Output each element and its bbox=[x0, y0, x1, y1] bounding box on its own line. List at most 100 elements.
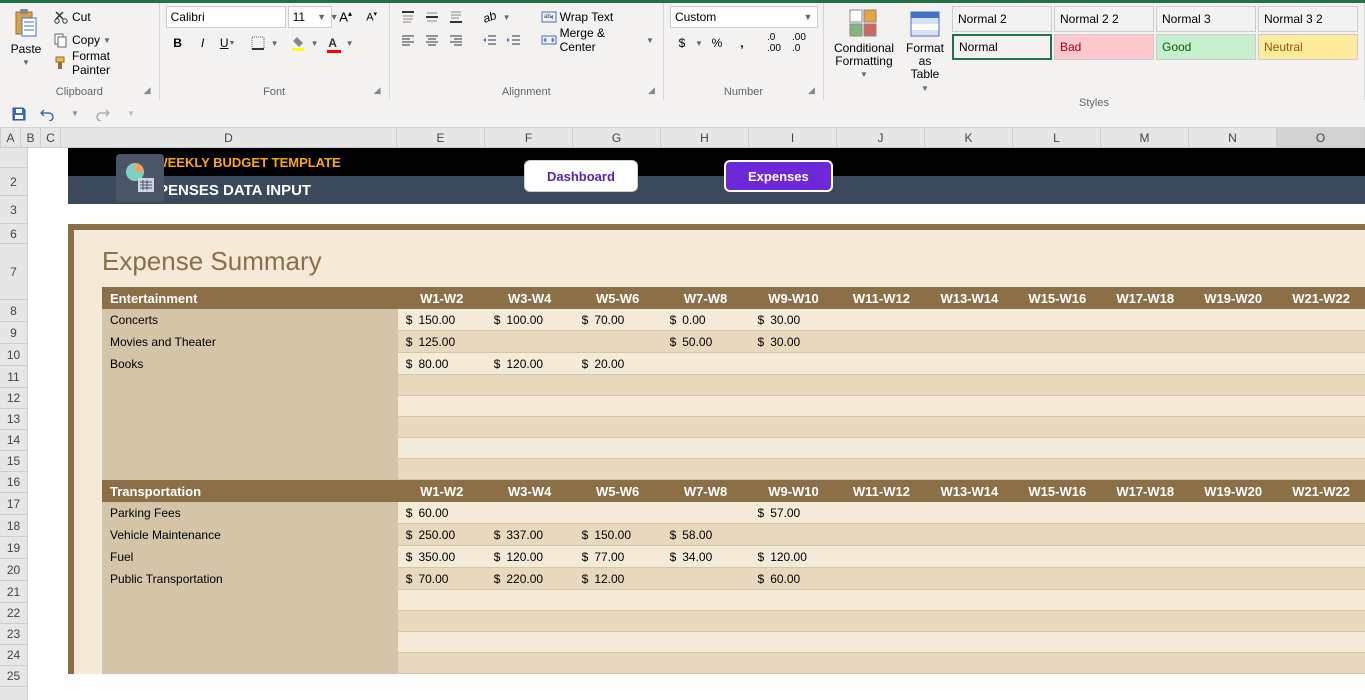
font-size-input[interactable] bbox=[289, 10, 315, 24]
undo-dropdown[interactable]: ▼ bbox=[64, 103, 86, 125]
column-header-N[interactable]: N bbox=[1189, 128, 1277, 147]
column-header-G[interactable]: G bbox=[573, 128, 661, 147]
row-header-10[interactable]: 10 bbox=[0, 344, 27, 366]
row-header-20[interactable]: 20 bbox=[0, 559, 27, 581]
cell-value[interactable]: $337.00 bbox=[486, 528, 574, 542]
table-row[interactable]: Parking Fees$60.00$57.00 bbox=[102, 502, 1365, 524]
font-name-combo[interactable]: ▼ bbox=[166, 6, 286, 28]
cell-value[interactable]: $12.00 bbox=[574, 572, 662, 586]
column-header-L[interactable]: L bbox=[1013, 128, 1101, 147]
row-header-22[interactable]: 22 bbox=[0, 603, 27, 624]
increase-decimal-button[interactable]: .0.00 bbox=[762, 32, 786, 54]
underline-button[interactable]: U▼ bbox=[216, 32, 240, 54]
cell-value[interactable]: $80.00 bbox=[398, 357, 486, 371]
table-row[interactable]: Books$80.00$120.00$20.00 bbox=[102, 353, 1365, 375]
cells-area[interactable]: BI-WEEKLY BUDGET TEMPLATE EXPENSES DATA … bbox=[28, 148, 1365, 700]
row-label[interactable]: Books bbox=[102, 353, 398, 374]
cell-value[interactable]: $120.00 bbox=[750, 550, 838, 564]
align-middle-button[interactable] bbox=[420, 6, 444, 28]
cell-value[interactable]: $220.00 bbox=[486, 572, 574, 586]
bold-button[interactable]: B bbox=[166, 32, 190, 54]
save-button[interactable] bbox=[8, 103, 30, 125]
font-size-combo[interactable]: ▼ bbox=[288, 6, 332, 28]
cell-value[interactable]: $150.00 bbox=[574, 528, 662, 542]
cell-value[interactable]: $50.00 bbox=[662, 335, 750, 349]
column-header-J[interactable]: J bbox=[837, 128, 925, 147]
row-header-13[interactable]: 13 bbox=[0, 409, 27, 430]
empty-row[interactable] bbox=[102, 611, 1365, 632]
align-right-button[interactable] bbox=[444, 29, 468, 51]
expenses-nav-button[interactable]: Expenses bbox=[724, 160, 833, 192]
increase-indent-button[interactable] bbox=[502, 29, 526, 51]
cell-value[interactable]: $70.00 bbox=[574, 313, 662, 327]
style-neutral[interactable]: Neutral bbox=[1258, 34, 1358, 60]
chevron-down-icon[interactable]: ▼ bbox=[801, 12, 815, 22]
decrease-decimal-button[interactable]: .00.0 bbox=[787, 32, 811, 54]
style-normal3[interactable]: Normal 3 bbox=[1156, 6, 1256, 32]
empty-row[interactable] bbox=[102, 653, 1365, 674]
cell-value[interactable]: $57.00 bbox=[750, 506, 838, 520]
clipboard-dialog-launcher[interactable]: ◢ bbox=[144, 85, 156, 97]
column-header-E[interactable]: E bbox=[397, 128, 485, 147]
italic-button[interactable]: I bbox=[191, 32, 215, 54]
row-label[interactable]: Public Transportation bbox=[102, 568, 398, 589]
style-good[interactable]: Good bbox=[1156, 34, 1256, 60]
comma-format-button[interactable]: , bbox=[730, 32, 754, 54]
copy-button[interactable]: Copy ▼ bbox=[50, 29, 153, 51]
empty-row[interactable] bbox=[102, 375, 1365, 396]
row-header-16[interactable]: 16 bbox=[0, 472, 27, 493]
row-header-21[interactable]: 21 bbox=[0, 581, 27, 603]
row-header-19[interactable]: 19 bbox=[0, 537, 27, 559]
border-button[interactable]: ▼ bbox=[246, 32, 280, 54]
cell-value[interactable]: $60.00 bbox=[398, 506, 486, 520]
style-normal32[interactable]: Normal 3 2 bbox=[1258, 6, 1358, 32]
table-row[interactable]: Movies and Theater$125.00$50.00$30.00 bbox=[102, 331, 1365, 353]
style-normal[interactable]: Normal bbox=[952, 34, 1052, 60]
redo-dropdown[interactable]: ▼ bbox=[120, 103, 142, 125]
cell-value[interactable]: $125.00 bbox=[398, 335, 486, 349]
cell-value[interactable]: $77.00 bbox=[574, 550, 662, 564]
orientation-button[interactable]: ab ▼ bbox=[478, 6, 526, 28]
row-header-24[interactable]: 24 bbox=[0, 645, 27, 666]
cell-value[interactable]: $60.00 bbox=[750, 572, 838, 586]
empty-row[interactable] bbox=[102, 396, 1365, 417]
number-format-input[interactable] bbox=[671, 10, 801, 24]
percent-format-button[interactable]: % bbox=[705, 32, 729, 54]
empty-row[interactable] bbox=[102, 459, 1365, 480]
column-header-A[interactable]: A bbox=[1, 128, 21, 147]
row-header-7[interactable]: 7 bbox=[0, 244, 27, 300]
row-label[interactable]: Vehicle Maintenance bbox=[102, 524, 398, 545]
font-color-button[interactable]: A ▼ bbox=[321, 32, 355, 54]
conditional-formatting-button[interactable]: Conditional Formatting ▼ bbox=[830, 6, 898, 81]
column-header-I[interactable]: I bbox=[749, 128, 837, 147]
column-header-D[interactable]: D bbox=[61, 128, 397, 147]
row-header-23[interactable]: 23 bbox=[0, 624, 27, 645]
row-header-6[interactable]: 6 bbox=[0, 224, 27, 244]
row-header-12[interactable]: 12 bbox=[0, 388, 27, 409]
wrap-text-button[interactable]: ab Wrap Text bbox=[538, 6, 657, 28]
cell-value[interactable]: $150.00 bbox=[398, 313, 486, 327]
row-header-11[interactable]: 11 bbox=[0, 366, 27, 388]
column-header-F[interactable]: F bbox=[485, 128, 573, 147]
dashboard-nav-button[interactable]: Dashboard bbox=[524, 160, 638, 192]
column-header-C[interactable]: C bbox=[41, 128, 61, 147]
cell-value[interactable]: $34.00 bbox=[662, 550, 750, 564]
row-header-9[interactable]: 9 bbox=[0, 322, 27, 344]
table-row[interactable]: Fuel$350.00$120.00$77.00$34.00$120.00 bbox=[102, 546, 1365, 568]
cell-value[interactable]: $58.00 bbox=[662, 528, 750, 542]
empty-row[interactable] bbox=[102, 438, 1365, 459]
column-header-H[interactable]: H bbox=[661, 128, 749, 147]
font-dialog-launcher[interactable]: ◢ bbox=[374, 85, 386, 97]
column-header-O[interactable]: O bbox=[1277, 128, 1365, 147]
cell-value[interactable]: $120.00 bbox=[486, 357, 574, 371]
decrease-indent-button[interactable] bbox=[478, 29, 502, 51]
row-header-15[interactable]: 15 bbox=[0, 451, 27, 472]
number-dialog-launcher[interactable]: ◢ bbox=[808, 85, 820, 97]
empty-row[interactable] bbox=[102, 632, 1365, 653]
empty-row[interactable] bbox=[102, 590, 1365, 611]
paste-button[interactable]: Paste ▼ bbox=[6, 6, 46, 69]
undo-button[interactable] bbox=[36, 103, 58, 125]
table-row[interactable]: Vehicle Maintenance$250.00$337.00$150.00… bbox=[102, 524, 1365, 546]
table-row[interactable]: Public Transportation$70.00$220.00$12.00… bbox=[102, 568, 1365, 590]
row-header-8[interactable]: 8 bbox=[0, 300, 27, 322]
